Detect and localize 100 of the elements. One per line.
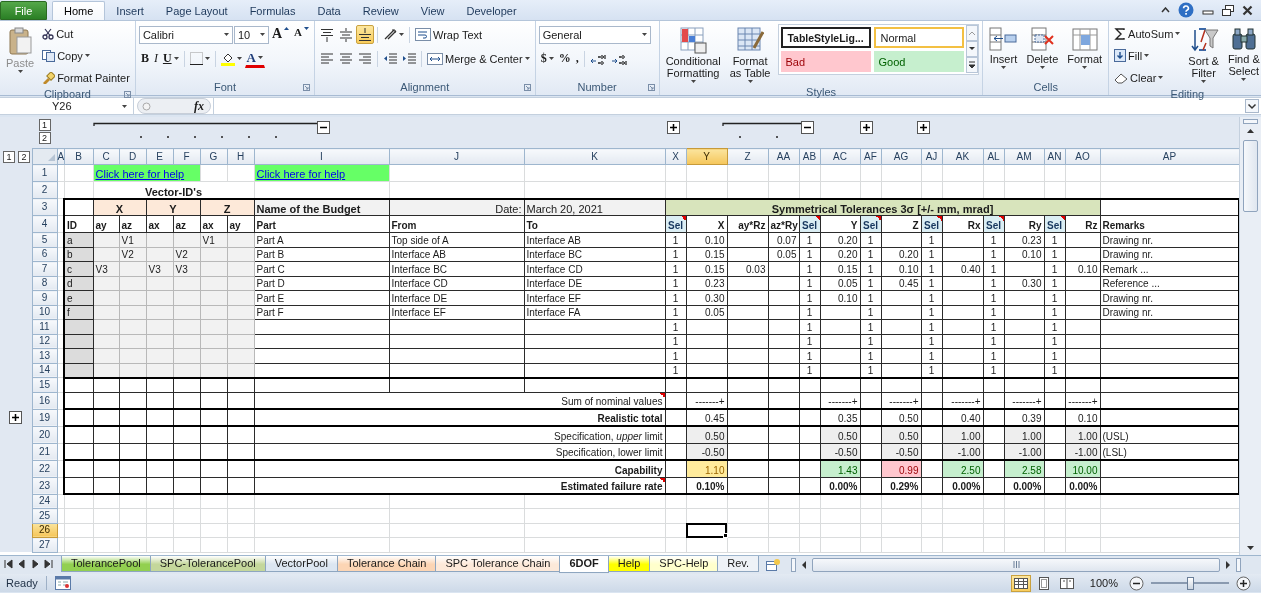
underline-button[interactable]: U: [160, 49, 181, 68]
sheet-tab[interactable]: SPC-Help: [649, 556, 719, 572]
sort-filter-button[interactable]: Sort & Filter: [1185, 24, 1222, 85]
find-select-button[interactable]: Find & Select: [1224, 24, 1261, 83]
column-header[interactable]: B: [64, 148, 93, 165]
insert-sheet-icon[interactable]: [765, 558, 782, 571]
ribbon-tab[interactable]: Developer: [455, 1, 528, 20]
scroll-down-icon[interactable]: [966, 41, 979, 57]
close-icon[interactable]: [1242, 4, 1253, 16]
dialog-launcher-icon[interactable]: [123, 91, 131, 98]
scroll-thumb[interactable]: [812, 557, 1220, 572]
expand-group-button[interactable]: [667, 121, 680, 134]
first-sheet-icon[interactable]: [4, 559, 14, 569]
column-header[interactable]: AK: [942, 148, 983, 165]
outline-level-button[interactable]: 1: [38, 119, 51, 131]
column-header[interactable]: F: [173, 148, 200, 165]
expand-group-button[interactable]: [917, 121, 930, 134]
split-handle-icon[interactable]: [1243, 119, 1258, 124]
sheet-tab[interactable]: VectorPool: [264, 556, 338, 572]
copy-button[interactable]: Copy: [40, 46, 132, 65]
collapse-group-button[interactable]: [801, 121, 814, 134]
column-header[interactable]: Y: [686, 148, 727, 165]
cell-style-option[interactable]: Normal: [874, 27, 965, 48]
number-format-field[interactable]: General: [538, 25, 651, 44]
column-header[interactable]: H: [227, 148, 254, 165]
column-header[interactable]: AF: [860, 148, 881, 165]
percent-button[interactable]: %: [556, 49, 573, 68]
sheet-tab[interactable]: 6DOF: [559, 556, 609, 573]
sheet-tab[interactable]: Tolerance Chain: [336, 556, 437, 572]
collapse-group-button[interactable]: [317, 121, 330, 134]
column-header[interactable]: AG: [881, 148, 921, 165]
last-sheet-icon[interactable]: [43, 559, 53, 569]
fill-button[interactable]: Fill: [1112, 46, 1183, 65]
column-header[interactable]: AP: [1100, 148, 1239, 165]
bold-button[interactable]: B: [138, 49, 151, 68]
dialog-launcher-icon[interactable]: [302, 84, 310, 91]
ribbon-tab[interactable]: Review: [351, 1, 410, 20]
sheet-tab[interactable]: SPC Tolerance Chain: [435, 556, 561, 572]
split-handle-icon[interactable]: [791, 557, 796, 572]
column-header[interactable]: AL: [983, 148, 1004, 165]
cut-button[interactable]: Cut: [40, 24, 132, 43]
ribbon-tab[interactable]: View: [409, 1, 456, 20]
restore-icon[interactable]: [1222, 4, 1234, 16]
wrap-text-button[interactable]: Wrap Text: [412, 25, 485, 44]
outline-level-button[interactable]: 1: [3, 150, 15, 163]
column-header[interactable]: X: [665, 148, 686, 165]
insert-function-button[interactable]: fx: [194, 98, 204, 114]
column-header[interactable]: Z: [727, 148, 768, 165]
ribbon-tab[interactable]: Data: [306, 1, 352, 20]
dialog-launcher-icon[interactable]: [647, 84, 655, 91]
active-cell[interactable]: [686, 523, 727, 538]
column-header[interactable]: AC: [820, 148, 860, 165]
column-header[interactable]: AA: [768, 148, 799, 165]
help-link[interactable]: Click here for help: [95, 168, 185, 180]
help-icon[interactable]: [1178, 2, 1194, 18]
borders-button[interactable]: [187, 49, 212, 68]
vertical-align-button[interactable]: [355, 25, 374, 44]
ribbon-tab[interactable]: Page Layout: [154, 1, 239, 20]
font-size-field[interactable]: 10: [233, 25, 269, 44]
column-header[interactable]: K: [524, 148, 665, 165]
format-painter-button[interactable]: Format Painter: [40, 68, 132, 87]
ribbon-tab[interactable]: Formulas: [238, 1, 307, 20]
zoom-out-button[interactable]: [1129, 575, 1144, 591]
column-header[interactable]: J: [389, 148, 524, 165]
column-header[interactable]: AN: [1044, 148, 1065, 165]
ribbon-tab[interactable]: Insert: [105, 1, 155, 20]
italic-button[interactable]: I: [151, 49, 160, 68]
ribbon-tab[interactable]: Home: [52, 1, 106, 20]
vertical-scrollbar[interactable]: [1239, 117, 1261, 555]
column-header[interactable]: D: [119, 148, 146, 165]
outline-level-button[interactable]: 2: [38, 132, 51, 144]
normal-view-button[interactable]: [1010, 574, 1031, 592]
previous-sheet-icon[interactable]: [17, 559, 27, 569]
sheet-tab[interactable]: TolerancePool: [61, 556, 151, 572]
expand-formula-bar-icon[interactable]: [1245, 99, 1259, 113]
delete-cells-button[interactable]: Delete: [1023, 24, 1062, 71]
font-name-field[interactable]: Calibri: [138, 25, 233, 44]
sheet-tab[interactable]: Rev.: [717, 556, 760, 572]
dialog-launcher-icon[interactable]: [523, 84, 531, 91]
grow-font-button[interactable]: A: [269, 25, 291, 44]
conditional-formatting-button[interactable]: Conditional Formatting: [662, 24, 724, 85]
sheet-tab[interactable]: SPC-TolerancePool: [149, 556, 266, 572]
zoom-in-button[interactable]: [1236, 575, 1251, 591]
shrink-font-button[interactable]: A: [292, 25, 311, 44]
cell-style-option[interactable]: Bad: [781, 51, 872, 72]
column-header[interactable]: AB: [799, 148, 820, 165]
insert-cells-button[interactable]: Insert: [986, 24, 1021, 71]
column-header[interactable]: I: [254, 148, 389, 165]
file-menu-button[interactable]: File: [0, 1, 47, 20]
zoom-level[interactable]: 100%: [1089, 577, 1118, 589]
autosum-button[interactable]: AutoSum: [1112, 24, 1183, 43]
format-as-table-button[interactable]: Format as Table: [726, 24, 774, 85]
column-header[interactable]: A: [57, 148, 64, 165]
scroll-thumb[interactable]: [1243, 140, 1258, 212]
help-link[interactable]: Click here for help: [256, 168, 346, 180]
comma-button[interactable]: ,: [573, 49, 581, 68]
more-icon[interactable]: [966, 57, 979, 73]
split-handle-icon[interactable]: [1236, 557, 1241, 572]
format-cells-button[interactable]: Format: [1064, 24, 1106, 71]
currency-button[interactable]: $: [538, 49, 556, 68]
